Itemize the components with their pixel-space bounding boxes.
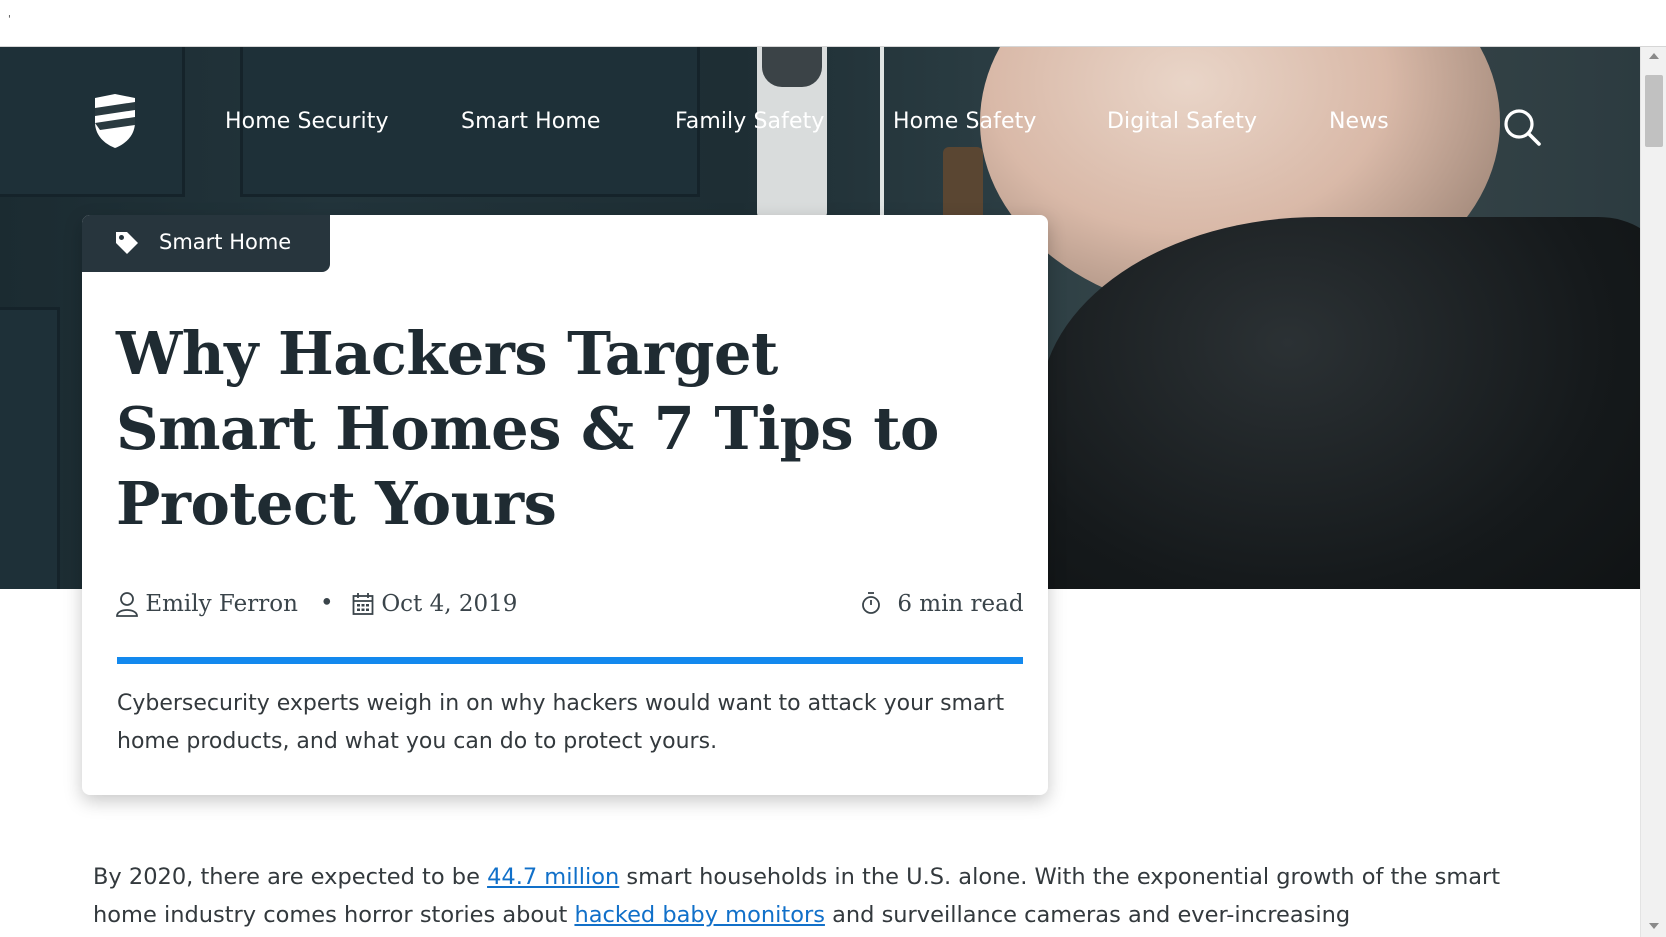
reading-progress-bar — [117, 657, 1023, 664]
nav-link-digital-safety[interactable]: Digital Safety — [1107, 109, 1257, 134]
body-text-segment: and surveillance cameras and ever-increa… — [824, 902, 1351, 928]
body-text-segment: By 2020, there are expected to be — [93, 864, 488, 890]
page-scrollbar[interactable] — [1640, 47, 1666, 937]
category-tag[interactable]: Smart Home — [82, 215, 330, 272]
meta-separator: • — [320, 590, 334, 616]
user-icon — [116, 592, 138, 617]
article-body-paragraph: By 2020, there are expected to be 44.7 m… — [93, 858, 1543, 934]
scroll-up-arrow-icon[interactable] — [1649, 53, 1659, 59]
person-jacket — [1040, 217, 1640, 589]
shield-logo-icon[interactable] — [92, 92, 138, 150]
browser-top-bar: ' — [0, 0, 1666, 47]
reading-progress-fill — [117, 657, 1023, 664]
read-time: 6 min read — [860, 590, 1024, 622]
author-byline[interactable]: Emily Ferron — [116, 590, 298, 622]
nav-link-home-safety[interactable]: Home Safety — [893, 109, 1036, 134]
calendar-icon — [352, 593, 374, 615]
link-44-7-million[interactable]: 44.7 million — [487, 864, 619, 890]
article-title: Why Hackers Target Smart Homes & 7 Tips … — [116, 319, 939, 538]
scroll-thumb[interactable] — [1645, 75, 1663, 147]
door-panel — [0, 307, 60, 589]
scroll-down-arrow-icon[interactable] — [1649, 923, 1659, 929]
category-label: Smart Home — [159, 230, 292, 254]
nav-link-home-security[interactable]: Home Security — [225, 109, 389, 134]
search-icon[interactable] — [1502, 107, 1542, 147]
author-name: Emily Ferron — [145, 591, 298, 617]
date-text: Oct 4, 2019 — [381, 591, 518, 617]
nav-link-smart-home[interactable]: Smart Home — [461, 109, 601, 134]
nav-link-family-safety[interactable]: Family Safety — [675, 109, 824, 134]
nav-link-news[interactable]: News — [1329, 109, 1389, 134]
article-summary: Cybersecurity experts weigh in on why ha… — [117, 691, 1005, 754]
top-bar-mark: ' — [8, 14, 11, 25]
tag-icon — [116, 232, 138, 254]
link-hacked-baby-monitors[interactable]: hacked baby monitors — [574, 902, 825, 928]
read-time-text: 6 min read — [897, 591, 1024, 617]
main-nav: Home Security Smart Home Family Safety H… — [0, 47, 1640, 192]
stopwatch-icon — [862, 592, 880, 614]
publish-date: Oct 4, 2019 — [352, 590, 517, 622]
